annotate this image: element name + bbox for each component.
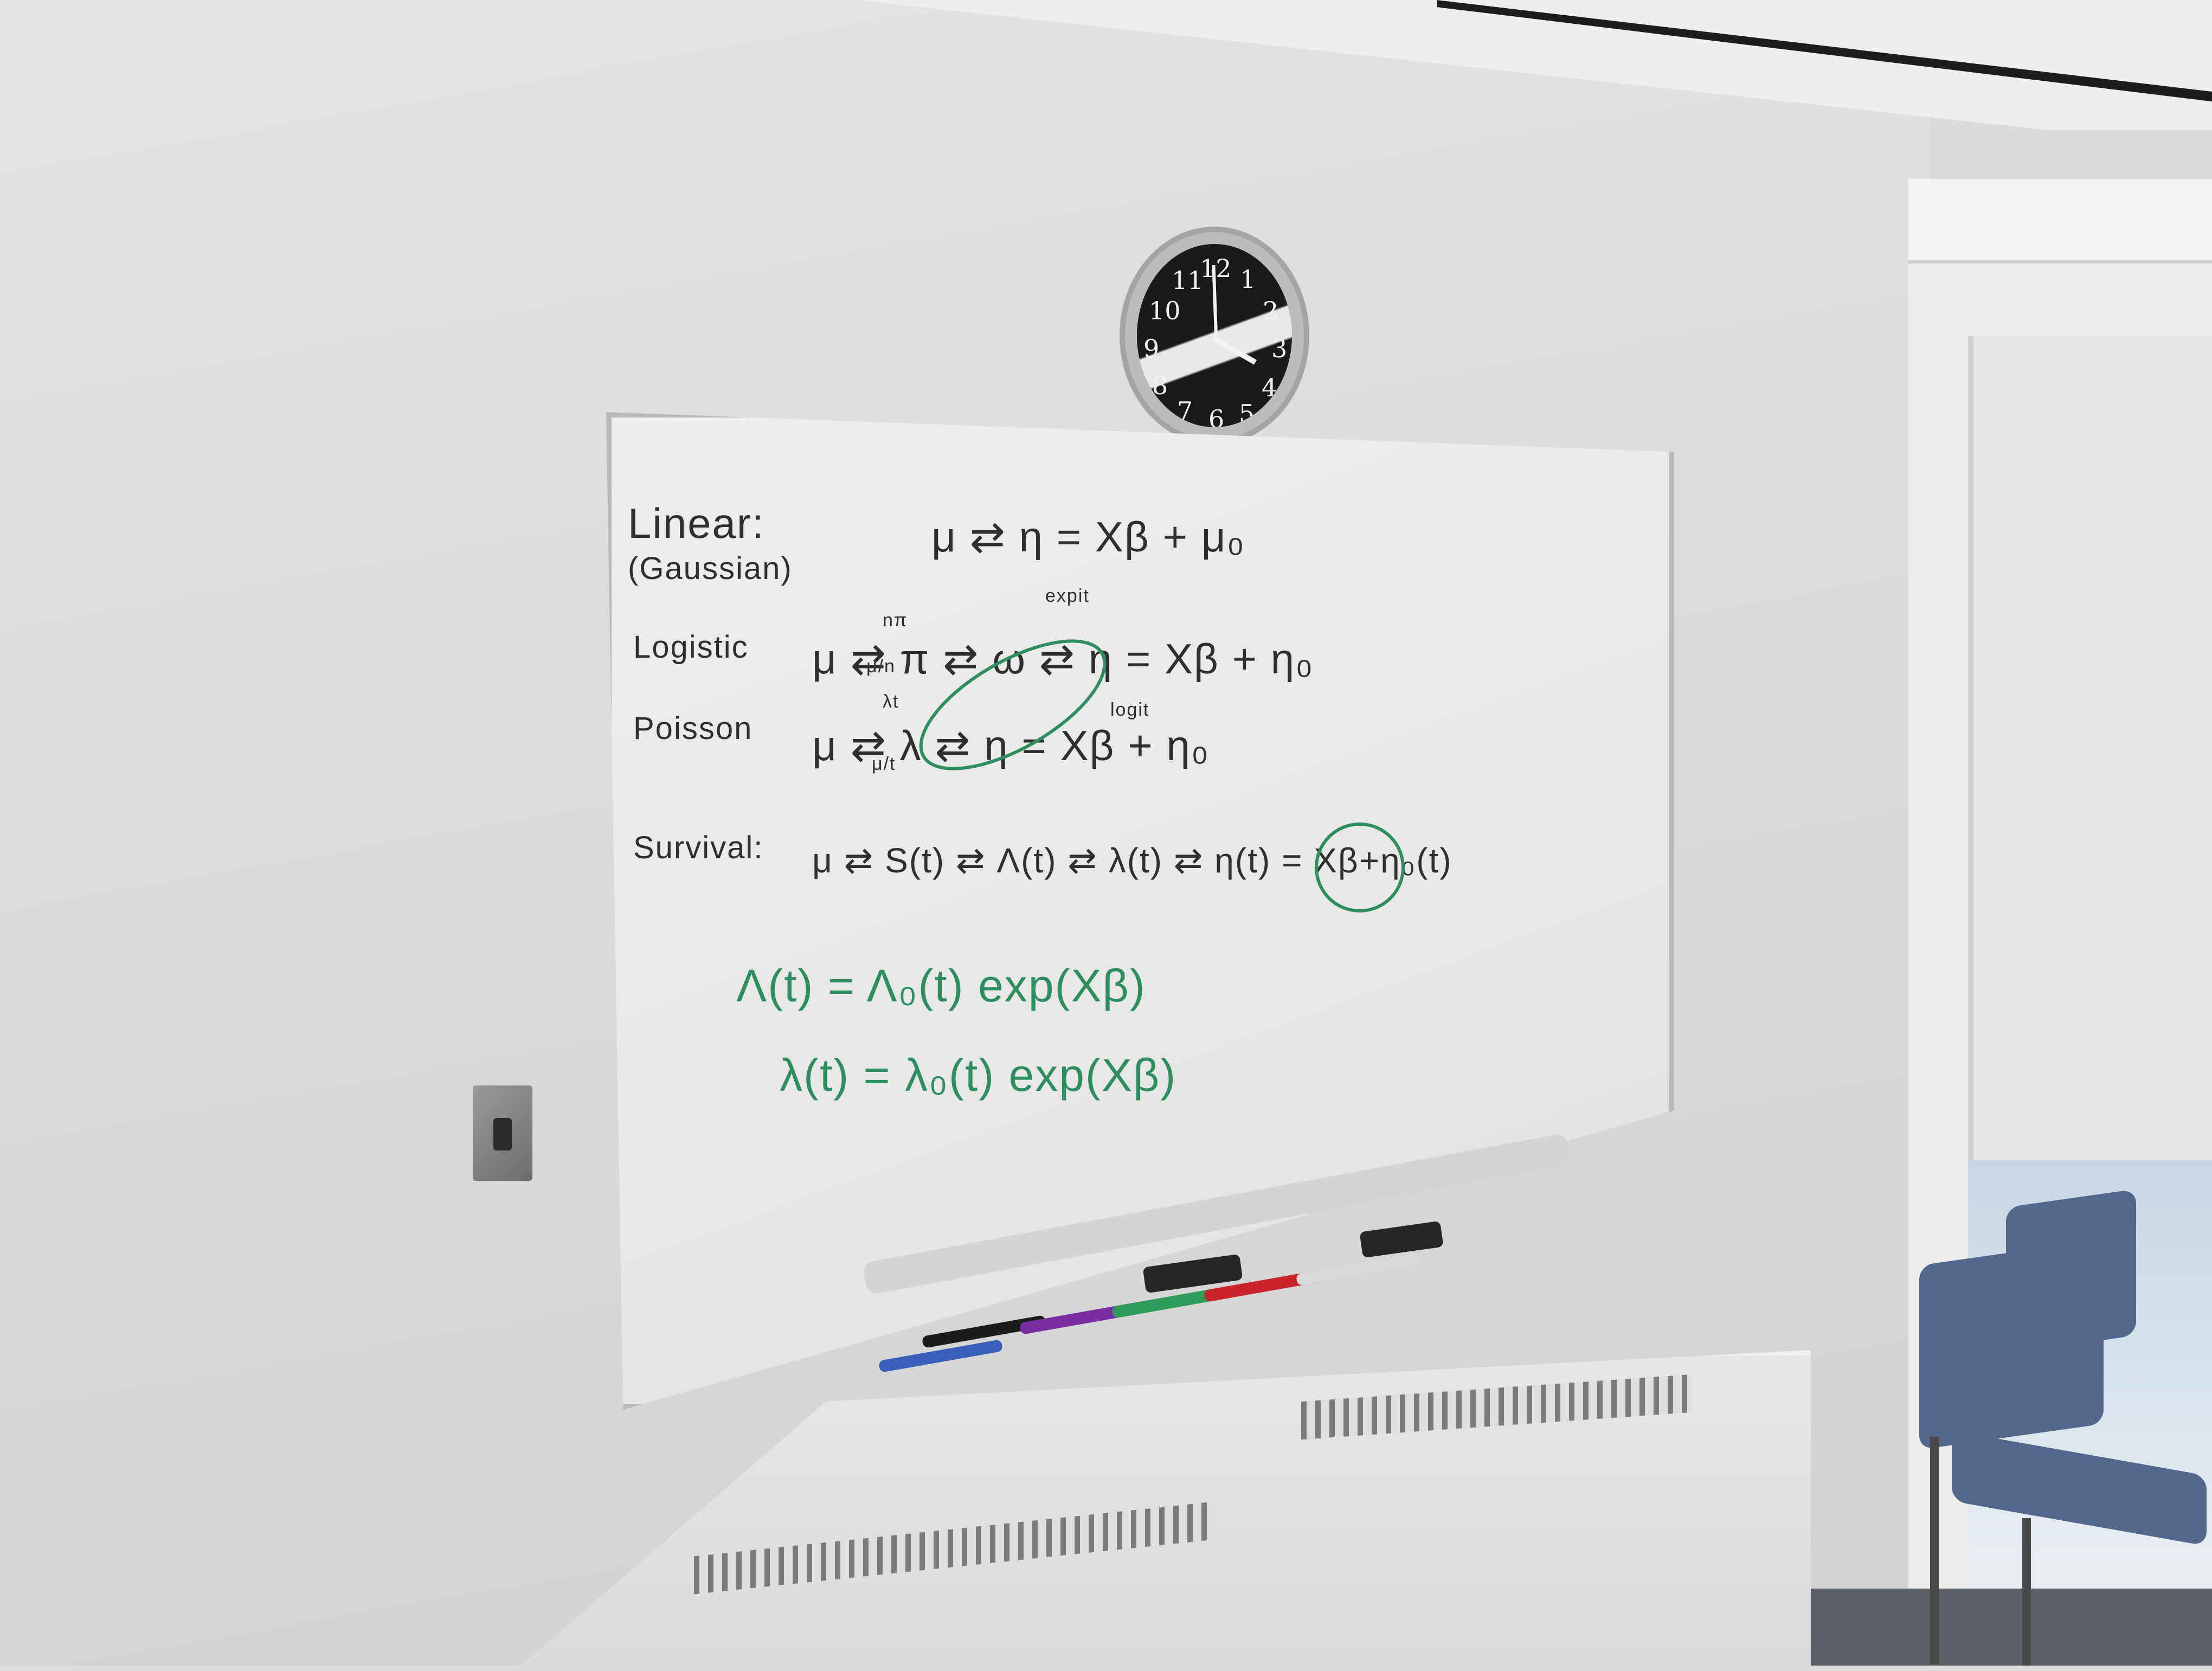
clock-face: 12 1 2 3 4 5 6 7 8 9 10 11 <box>1137 244 1292 427</box>
clock-numeral: 6 <box>1208 404 1225 427</box>
radiator-vent <box>694 1501 1214 1595</box>
label-gaussian: (Gaussian) <box>628 551 793 586</box>
expr-linear: μ ⇄ η = Xβ + μ₀ <box>931 513 1246 561</box>
equation-cumulative-hazard: Λ(t) = Λ₀(t) exp(Xβ) <box>736 960 1146 1011</box>
window-head <box>1908 179 2212 263</box>
switch-toggle[interactable] <box>493 1118 512 1151</box>
label-poisson: Poisson <box>633 711 753 746</box>
green-circle <box>1315 822 1405 912</box>
label-expit: expit <box>1045 586 1090 606</box>
label-survival: Survival: <box>633 830 764 865</box>
clock-numeral: 5 <box>1239 399 1255 427</box>
wall-clock: 12 1 2 3 4 5 6 7 8 9 10 11 <box>1125 232 1304 439</box>
clock-numeral: 11 <box>1172 266 1204 295</box>
chair-back <box>2006 1189 2136 1354</box>
clock-numeral: 1 <box>1240 265 1256 294</box>
equation-hazard: λ(t) = λ₀(t) exp(Xβ) <box>780 1050 1177 1101</box>
clock-numeral: 8 <box>1152 371 1168 400</box>
clock-hour-hand <box>1212 336 1257 365</box>
green-ellipse <box>919 639 1107 770</box>
chair-leg <box>2022 1518 2031 1666</box>
clock-numeral: 7 <box>1177 396 1193 426</box>
radiator-vent <box>1301 1374 1692 1440</box>
clock-numeral: 4 <box>1262 373 1278 402</box>
arrow-label-top: λt <box>883 691 899 712</box>
clock-numeral: 9 <box>1143 334 1160 363</box>
clock-numeral: 2 <box>1263 296 1279 325</box>
label-linear: Linear: <box>628 499 765 547</box>
label-logistic: Logistic <box>633 629 749 665</box>
floor <box>1789 1589 2212 1666</box>
chair-leg <box>1930 1437 1939 1664</box>
window-shade <box>1968 336 2212 1160</box>
light-switch[interactable] <box>473 1085 532 1181</box>
clock-numeral: 3 <box>1271 334 1288 363</box>
clock-numeral: 10 <box>1149 296 1181 325</box>
